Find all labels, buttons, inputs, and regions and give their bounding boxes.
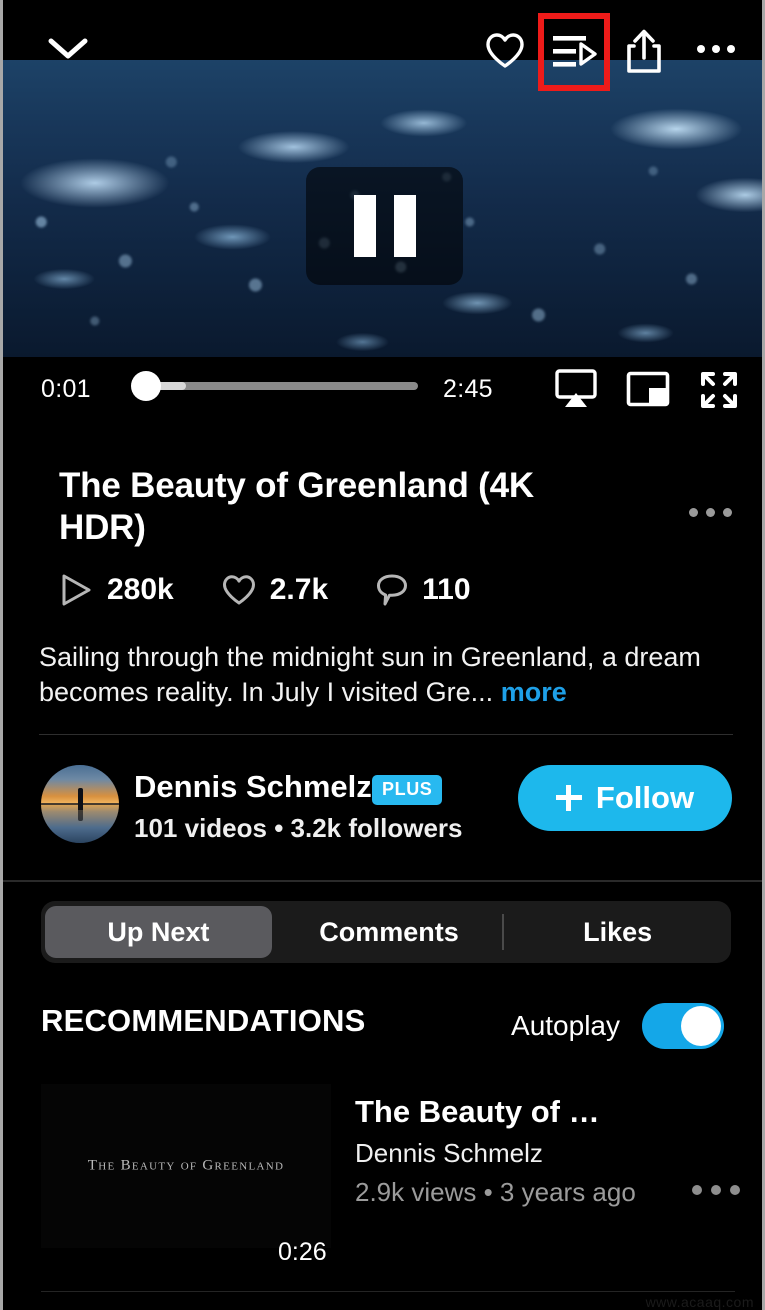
dot (712, 45, 720, 53)
tab-up-next[interactable]: Up Next (45, 906, 272, 958)
recommendation-title[interactable]: The Beauty of … (355, 1094, 600, 1130)
recommendation-thumbnail[interactable]: The Beauty of Greenland (41, 1084, 331, 1248)
player-controls: 0:01 2:45 (3, 357, 762, 425)
chevron-down-icon[interactable] (48, 38, 88, 60)
autoplay-toggle[interactable] (642, 1003, 724, 1049)
share-icon[interactable] (625, 28, 663, 74)
fullscreen-icon[interactable] (700, 371, 738, 409)
list-item[interactable]: The Beauty of Greenland 0:26 The Beauty … (3, 1078, 762, 1278)
heart-icon[interactable] (485, 32, 525, 70)
page-title: The Beauty of Greenland (4K HDR) (59, 466, 534, 547)
heart-icon (222, 575, 255, 605)
pause-icon-bar-left (353, 195, 376, 257)
bottom-divider (41, 1291, 735, 1292)
author-row: Dennis Schmelz PLUS 101 videos • 3.2k fo… (3, 755, 762, 865)
watch-later-queue-icon[interactable] (551, 32, 597, 72)
dot (689, 508, 698, 517)
dot (711, 1185, 721, 1195)
description-text: Sailing through the midnight sun in Gree… (39, 642, 701, 707)
watermark: www.acaaq.com (645, 1294, 754, 1310)
stat-plays: 280k (59, 573, 174, 607)
author-name[interactable]: Dennis Schmelz (134, 769, 372, 805)
stat-plays-value: 280k (107, 573, 174, 606)
tab-bar: Up Next Comments Likes (41, 901, 731, 963)
stat-comments: 110 (376, 573, 471, 607)
thumbnail-caption: The Beauty of Greenland (87, 1157, 285, 1174)
dot (706, 508, 715, 517)
comment-icon (377, 574, 408, 606)
dot (697, 45, 705, 53)
airplay-icon[interactable] (554, 369, 598, 409)
video-description: Sailing through the midnight sun in Gree… (39, 640, 739, 710)
dot (730, 1185, 740, 1195)
tab-likes[interactable]: Likes (504, 906, 731, 958)
description-more-link[interactable]: more (501, 677, 567, 707)
plus-icon (555, 785, 582, 811)
stat-likes: 2.7k (222, 573, 328, 607)
recommendation-duration: 0:26 (278, 1238, 327, 1266)
video-surface[interactable] (3, 57, 762, 357)
avatar[interactable] (41, 765, 119, 843)
play-icon (62, 574, 91, 606)
recommendations-heading: RECOMMENDATIONS (41, 1003, 366, 1038)
video-player-screen: 0:01 2:45 The Beauty of Greenland (4K HD… (0, 0, 765, 1310)
video-more-options-icon[interactable] (689, 508, 732, 517)
follow-button-label: Follow (595, 780, 695, 815)
dot (727, 45, 735, 53)
video-stats: 280k 2.7k 110 (59, 573, 519, 607)
author-subtitle: 101 videos • 3.2k followers (134, 813, 463, 843)
follow-button[interactable]: Follow (518, 765, 732, 831)
tabs-top-divider (3, 880, 762, 882)
current-time-label: 0:01 (41, 375, 91, 403)
avatar-silhouette-reflection (78, 804, 83, 821)
pause-icon-bar-right (393, 195, 416, 257)
pause-button-overlay[interactable] (306, 167, 463, 285)
section-divider (39, 734, 733, 735)
recommendation-stats: 2.9k views • 3 years ago (355, 1177, 636, 1207)
progress-track[interactable] (148, 382, 418, 390)
stat-comments-value: 110 (422, 573, 471, 606)
top-bar (3, 0, 762, 73)
dot (692, 1185, 702, 1195)
recommendation-author[interactable]: Dennis Schmelz (355, 1138, 543, 1169)
more-options-icon[interactable] (697, 45, 735, 53)
tab-comments[interactable]: Comments (276, 906, 503, 958)
recommendation-more-options-icon[interactable] (692, 1185, 740, 1195)
stat-likes-value: 2.7k (269, 573, 329, 606)
picture-in-picture-icon[interactable] (626, 371, 670, 407)
autoplay-toggle-knob (681, 1006, 721, 1046)
autoplay-label: Autoplay (511, 1010, 620, 1041)
progress-scrubber-handle[interactable] (131, 371, 161, 401)
dot (723, 508, 732, 517)
status-badge: PLUS (372, 775, 443, 805)
duration-label: 2:45 (443, 375, 493, 403)
